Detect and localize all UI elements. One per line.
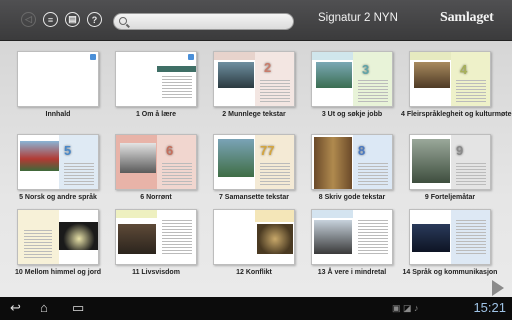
system-navigation-bar: ↩ ⌂ ▭ ▣ ◪ ♪ 15:21 (0, 297, 512, 320)
chapter-tile-5[interactable]: 5 5 Norsk og andre språk (9, 134, 107, 201)
chapter-tile-9[interactable]: 9 9 Forteljemåtar (401, 134, 499, 201)
chapter-tile-3[interactable]: 3 3 Ut og søkje jobb (303, 51, 401, 118)
chapter-thumbnail[interactable] (409, 209, 491, 265)
chapter-label: 14 Språk og kommunikasjon (402, 269, 498, 276)
chapter-tile-7[interactable]: 77 7 Samansette tekstar (205, 134, 303, 201)
chapter-label: 4 Fleirspråklegheit og kulturmøte (401, 111, 512, 118)
notification-icons: ▣ ◪ ♪ (392, 303, 419, 313)
top-bar: ◁ ≡ ▤ ? Signatur 2 NYN Samlaget (0, 0, 512, 41)
chapter-label: 12 Konflikt (236, 269, 272, 276)
chapter-tile-8[interactable]: 8 8 Skriv gode tekstar (303, 134, 401, 201)
clock: 15:21 (473, 300, 506, 315)
chapter-label: 8 Skriv gode tekstar (318, 194, 386, 201)
chapter-tile-12[interactable]: 12 Konflikt (205, 209, 303, 276)
chapter-label: 5 Norsk og andre språk (19, 194, 97, 201)
chapter-thumbnail[interactable]: 8 (311, 134, 393, 190)
search-box[interactable] (113, 13, 294, 30)
recent-apps-icon[interactable]: ▭ (72, 301, 84, 315)
chapter-tile-13[interactable]: 13 Å vere i mindretal (303, 209, 401, 276)
chapter-label: 13 Å vere i mindretal (317, 269, 387, 276)
search-input[interactable] (130, 14, 290, 29)
chapter-label: 9 Forteljemåtar (424, 194, 476, 201)
chapter-thumbnail[interactable]: 6 (115, 134, 197, 190)
bookmark-badge-icon (90, 54, 96, 60)
chapter-tile-10[interactable]: 10 Mellom himmel og jord (9, 209, 107, 276)
chapter-thumbnail[interactable] (311, 209, 393, 265)
chapter-thumbnail[interactable]: 2 (213, 51, 295, 107)
chapter-thumbnail[interactable] (17, 209, 99, 265)
bookmark-badge-icon (188, 54, 194, 60)
chapter-thumbnail[interactable]: 3 (311, 51, 393, 107)
chapter-thumbnail[interactable] (115, 51, 197, 107)
chapter-tile-2[interactable]: 2 2 Munnlege tekstar (205, 51, 303, 118)
chapter-label: 3 Ut og søkje jobb (321, 111, 383, 118)
chapter-label: 1 Om å lære (135, 111, 177, 118)
book-title: Signatur 2 NYN (318, 12, 398, 24)
chapter-tile-innhald[interactable]: Innhald (9, 51, 107, 118)
chapter-thumbnail[interactable]: 5 (17, 134, 99, 190)
publisher-logo: Samlaget (440, 10, 494, 25)
search-icon (119, 17, 127, 25)
chapter-label: 7 Samansette tekstar (218, 194, 290, 201)
chapter-label: 6 Norrønt (140, 194, 172, 201)
chapter-tile-6[interactable]: 6 6 Norrønt (107, 134, 205, 201)
help-icon[interactable]: ? (87, 12, 102, 27)
chapter-tile-1[interactable]: 1 Om å lære (107, 51, 205, 118)
home-nav-icon[interactable]: ⌂ (40, 301, 48, 315)
chapter-tile-14[interactable]: 14 Språk og kommunikasjon (401, 209, 499, 276)
chapter-thumbnail[interactable]: 9 (409, 134, 491, 190)
next-page-arrow-icon[interactable] (492, 280, 504, 296)
chapter-tile-11[interactable]: 11 Livsvisdom (107, 209, 205, 276)
chapter-thumbnail[interactable] (17, 51, 99, 107)
chapter-thumbnail[interactable] (213, 209, 295, 265)
list-icon[interactable]: ≡ (43, 12, 58, 27)
bookmarks-icon[interactable]: ▤ (65, 12, 80, 27)
chapter-label: 2 Munnlege tekstar (222, 111, 286, 118)
back-icon[interactable]: ◁ (21, 12, 36, 27)
chapter-label: 10 Mellom himmel og jord (15, 269, 101, 276)
chapter-label: 11 Livsvisdom (132, 269, 180, 276)
chapter-thumbnail[interactable]: 77 (213, 134, 295, 190)
chapter-thumbnail[interactable]: 4 (409, 51, 491, 107)
back-nav-icon[interactable]: ↩ (10, 301, 21, 315)
chapter-thumbnail[interactable] (115, 209, 197, 265)
chapter-tile-4[interactable]: 4 4 Fleirspråklegheit og kulturmøte (401, 51, 512, 118)
chapter-grid: Innhald 1 Om å lære 2 2 Munnlege tekstar… (0, 41, 512, 297)
chapter-label: Innhald (45, 111, 71, 118)
